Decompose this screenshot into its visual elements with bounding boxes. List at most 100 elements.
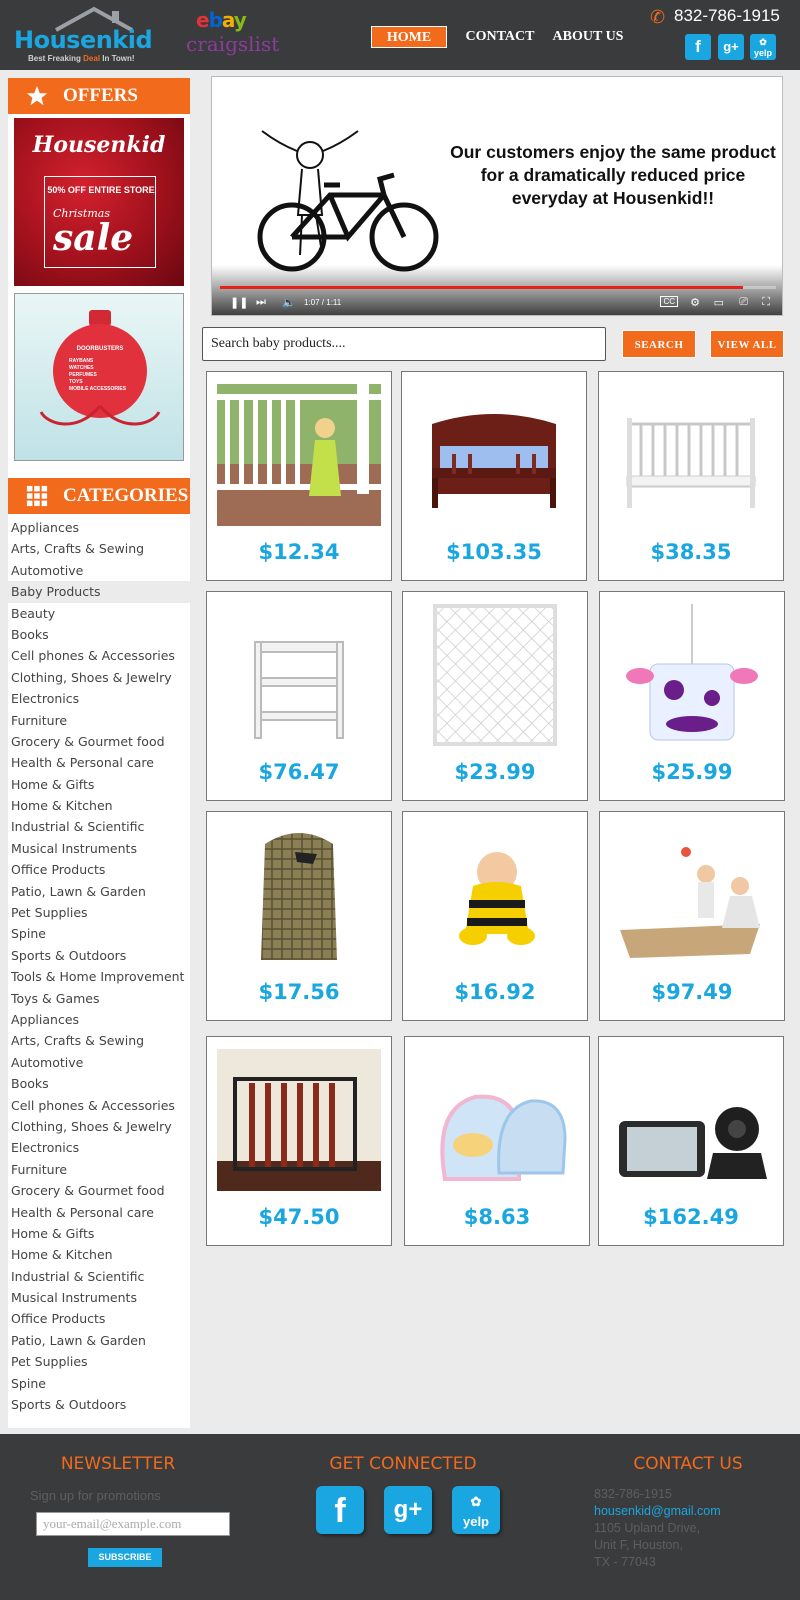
cast-icon[interactable]: ⎚ bbox=[739, 296, 748, 309]
category-item[interactable]: Clothing, Shoes & Jewelry bbox=[8, 1116, 190, 1137]
category-item[interactable]: Baby Products bbox=[8, 581, 190, 603]
product-price: $38.35 bbox=[650, 540, 732, 564]
product-card[interactable]: $12.34 bbox=[206, 371, 392, 581]
site-header: Housenkid Best Freaking Deal In Town! eb… bbox=[0, 0, 800, 70]
newsletter-title: NEWSLETTER bbox=[60, 1454, 176, 1474]
category-item[interactable]: Appliances bbox=[8, 517, 190, 538]
category-item[interactable]: Industrial & Scientific bbox=[8, 1266, 190, 1287]
category-item[interactable]: Automotive bbox=[8, 1052, 190, 1073]
product-card[interactable]: $38.35 bbox=[598, 371, 784, 581]
nav-contact[interactable]: CONTACT bbox=[462, 26, 538, 48]
category-item[interactable]: Office Products bbox=[8, 859, 190, 880]
captions-icon[interactable]: CC bbox=[660, 296, 678, 307]
doorbusters-banner[interactable]: DOORBUSTERS RAYBANS WATCHES PERFUMES TOY… bbox=[14, 293, 184, 461]
contact-email[interactable]: housenkid@gmail.com bbox=[594, 1503, 721, 1520]
video-caption: Our customers enjoy the same product for… bbox=[450, 142, 776, 208]
google-plus-icon[interactable]: g+ bbox=[718, 34, 744, 60]
category-item[interactable]: Home & Gifts bbox=[8, 774, 190, 795]
product-price: $25.99 bbox=[651, 760, 733, 784]
category-item[interactable]: Toys & Games bbox=[8, 988, 190, 1009]
video-progress-bar[interactable] bbox=[220, 286, 776, 289]
category-item[interactable]: Beauty bbox=[8, 603, 190, 624]
category-item[interactable]: Automotive bbox=[8, 560, 190, 581]
contact-details: 832-786-1915 housenkid@gmail.com 1105 Up… bbox=[594, 1486, 721, 1571]
facebook-icon[interactable]: f bbox=[685, 34, 711, 60]
sidebar: OFFERS Housenkid 50% OFF ENTIRE STORE Ch… bbox=[8, 78, 190, 1428]
product-image-toddler-bed bbox=[412, 384, 576, 526]
category-item[interactable]: Books bbox=[8, 624, 190, 645]
category-item[interactable]: Patio, Lawn & Garden bbox=[8, 881, 190, 902]
category-item[interactable]: Pet Supplies bbox=[8, 1351, 190, 1372]
category-item[interactable]: Electronics bbox=[8, 688, 190, 709]
nav-about-us[interactable]: ABOUT US bbox=[548, 26, 628, 48]
get-connected-title: GET CONNECTED bbox=[329, 1454, 477, 1474]
category-item[interactable]: Industrial & Scientific bbox=[8, 816, 190, 837]
subscribe-button[interactable]: SUBSCRIBE bbox=[88, 1548, 162, 1567]
facebook-icon[interactable]: f bbox=[316, 1486, 364, 1534]
category-item[interactable]: Clothing, Shoes & Jewelry bbox=[8, 667, 190, 688]
search-input[interactable] bbox=[202, 327, 606, 361]
categories-header: CATEGORIES bbox=[8, 478, 190, 514]
theater-mode-icon[interactable]: ▭ bbox=[714, 296, 724, 309]
product-card[interactable]: $8.63 bbox=[404, 1036, 590, 1246]
product-card[interactable]: $162.49 bbox=[598, 1036, 784, 1246]
newsletter-email-field[interactable] bbox=[36, 1512, 230, 1536]
category-item[interactable]: Health & Personal care bbox=[8, 752, 190, 773]
category-item[interactable]: Musical Instruments bbox=[8, 1287, 190, 1308]
yelp-icon[interactable]: ✿ yelp bbox=[750, 34, 776, 60]
logo-tagline: Best Freaking Deal In Town! bbox=[28, 54, 135, 63]
category-item[interactable]: Spine bbox=[8, 1373, 190, 1394]
category-item[interactable]: Musical Instruments bbox=[8, 838, 190, 859]
category-item[interactable]: Sports & Outdoors bbox=[8, 1394, 190, 1415]
category-item[interactable]: Arts, Crafts & Sewing bbox=[8, 1030, 190, 1051]
fullscreen-icon[interactable]: ⛶ bbox=[762, 296, 770, 309]
category-item[interactable]: Home & Gifts bbox=[8, 1223, 190, 1244]
product-card[interactable]: $16.92 bbox=[402, 811, 588, 1021]
pause-icon[interactable]: ❚❚ bbox=[230, 296, 248, 309]
craigslist-logo[interactable]: craigslist bbox=[186, 32, 279, 56]
volume-icon[interactable]: 🔈 bbox=[282, 296, 296, 309]
product-image-play-mat bbox=[610, 824, 774, 966]
search-button[interactable]: SEARCH bbox=[622, 330, 696, 358]
product-card[interactable]: $25.99 bbox=[599, 591, 785, 801]
category-item[interactable]: Home & Kitchen bbox=[8, 795, 190, 816]
housenkid-logo[interactable]: Housenkid Best Freaking Deal In Town! bbox=[14, 6, 154, 64]
category-item[interactable]: Sports & Outdoors bbox=[8, 945, 190, 966]
category-item[interactable]: Tools & Home Improvement bbox=[8, 966, 190, 987]
ebay-logo[interactable]: ebay bbox=[196, 8, 247, 32]
product-card[interactable]: $23.99 bbox=[402, 591, 588, 801]
product-card[interactable]: $17.56 bbox=[206, 811, 392, 1021]
product-card[interactable]: $76.47 bbox=[206, 591, 392, 801]
gear-icon[interactable]: ⚙ bbox=[690, 296, 700, 309]
nav-home[interactable]: HOME bbox=[371, 26, 447, 48]
category-item[interactable]: Grocery & Gourmet food bbox=[8, 1180, 190, 1201]
product-card[interactable]: $103.35 bbox=[401, 371, 587, 581]
view-all-button[interactable]: VIEW ALL bbox=[710, 330, 784, 358]
category-item[interactable]: Furniture bbox=[8, 1159, 190, 1180]
category-item[interactable]: Arts, Crafts & Sewing bbox=[8, 538, 190, 559]
category-item[interactable]: Health & Personal care bbox=[8, 1202, 190, 1223]
category-item[interactable]: Cell phones & Accessories bbox=[8, 645, 190, 666]
doorbusters-list: RAYBANS WATCHES PERFUMES TOYS MOBILE ACC… bbox=[69, 358, 127, 392]
contact-phone: 832-786-1915 bbox=[594, 1487, 672, 1501]
category-item[interactable]: Spine bbox=[8, 923, 190, 944]
category-item[interactable]: Grocery & Gourmet food bbox=[8, 731, 190, 752]
product-image-diaper-stacker bbox=[261, 833, 337, 960]
category-item[interactable]: Home & Kitchen bbox=[8, 1244, 190, 1265]
product-price: $16.92 bbox=[454, 980, 536, 1004]
yelp-icon[interactable]: ✿ yelp bbox=[452, 1486, 500, 1534]
product-card[interactable]: $47.50 bbox=[206, 1036, 392, 1246]
category-item[interactable]: Cell phones & Accessories bbox=[8, 1095, 190, 1116]
promo-video-player[interactable]: Our customers enjoy the same product for… bbox=[211, 76, 783, 316]
category-item[interactable]: Pet Supplies bbox=[8, 902, 190, 923]
category-item[interactable]: Appliances bbox=[8, 1009, 190, 1030]
next-icon[interactable]: ⏭ bbox=[256, 296, 266, 309]
category-item[interactable]: Electronics bbox=[8, 1137, 190, 1158]
google-plus-icon[interactable]: g+ bbox=[384, 1486, 432, 1534]
category-item[interactable]: Patio, Lawn & Garden bbox=[8, 1330, 190, 1351]
category-item[interactable]: Furniture bbox=[8, 710, 190, 731]
christmas-sale-banner[interactable]: Housenkid 50% OFF ENTIRE STORE Christmas… bbox=[14, 118, 184, 286]
category-item[interactable]: Books bbox=[8, 1073, 190, 1094]
product-card[interactable]: $97.49 bbox=[599, 811, 785, 1021]
category-item[interactable]: Office Products bbox=[8, 1308, 190, 1329]
